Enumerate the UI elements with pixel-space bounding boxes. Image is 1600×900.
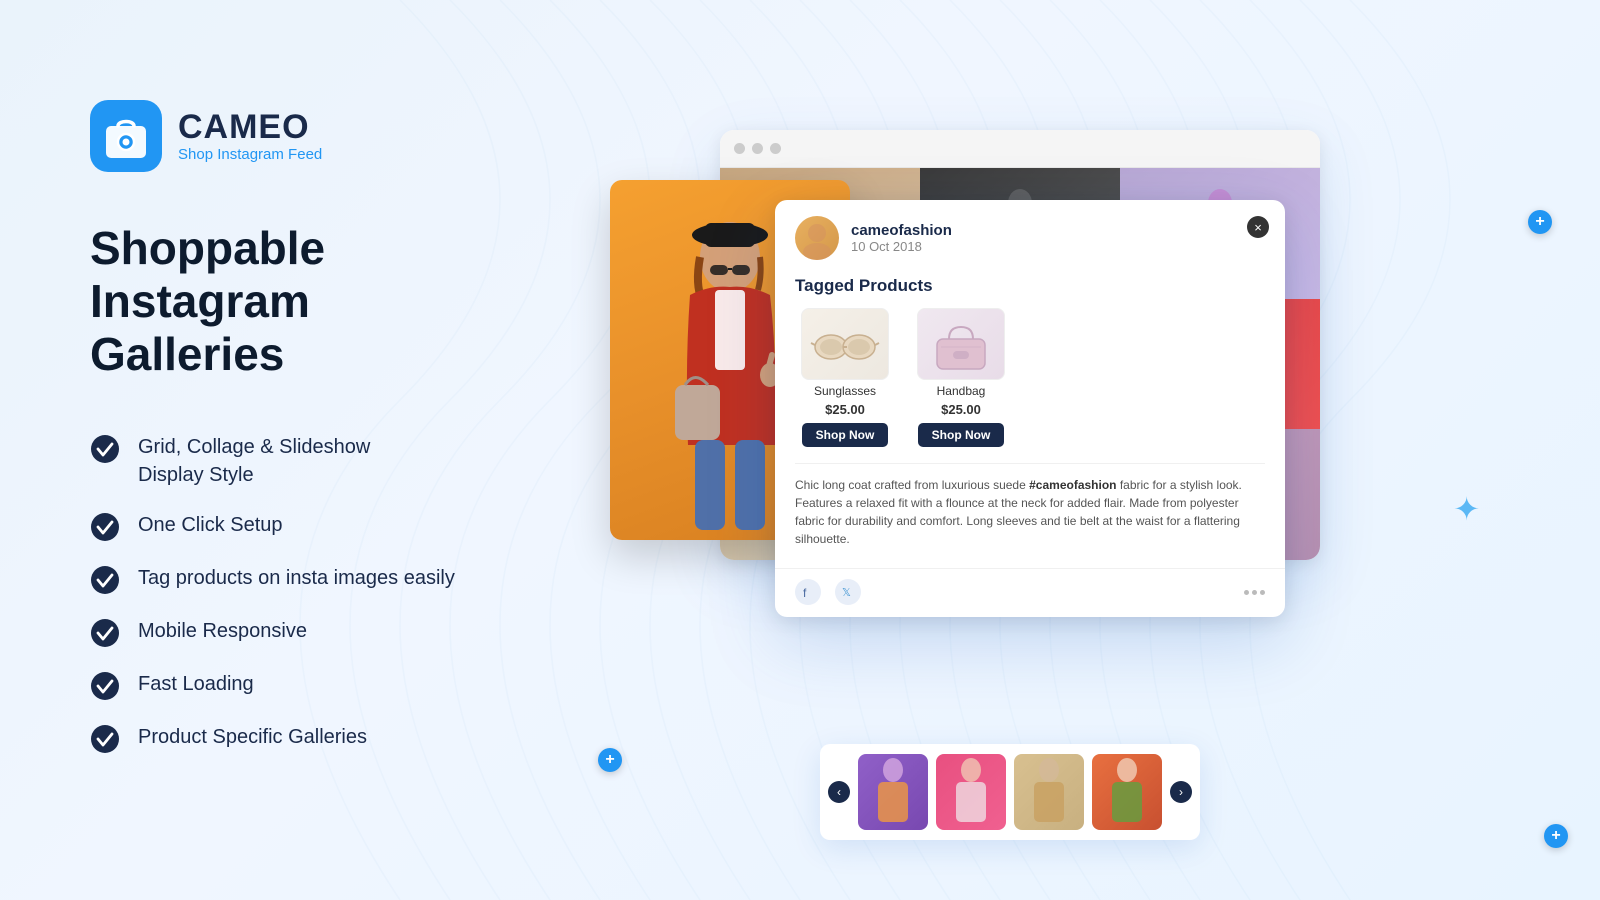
slide-image-3 <box>1014 754 1084 830</box>
checkmark-icon-5 <box>90 671 120 701</box>
slide-image-2 <box>936 754 1006 830</box>
feature-item-1: Grid, Collage & SlideshowDisplay Style <box>90 433 490 489</box>
slide-image-1 <box>858 754 928 830</box>
logo-icon <box>90 100 162 172</box>
feature-text-2: One Click Setup <box>138 511 283 539</box>
checkmark-icon-4 <box>90 618 120 648</box>
svg-text:f: f <box>803 586 807 599</box>
product-price-handbag: $25.00 <box>941 402 981 417</box>
product-image-handbag <box>917 308 1005 380</box>
svg-text:𝕏: 𝕏 <box>842 587 851 599</box>
shop-now-button-sunglasses[interactable]: Shop Now <box>802 423 889 447</box>
feature-item-6: Product Specific Galleries <box>90 723 490 754</box>
checkmark-icon-1 <box>90 434 120 464</box>
popup-username: cameofashion <box>851 222 952 239</box>
feature-list: Grid, Collage & SlideshowDisplay Style O… <box>90 433 490 754</box>
popup-description: Chic long coat crafted from luxurious su… <box>795 463 1265 552</box>
feature-item-3: Tag products on insta images easily <box>90 564 490 595</box>
popup-social-bar: f 𝕏 <box>775 568 1285 617</box>
checkmark-icon-6 <box>90 724 120 754</box>
feature-text-1: Grid, Collage & SlideshowDisplay Style <box>138 433 370 489</box>
tag-product-button-1[interactable]: + <box>1528 210 1552 234</box>
feature-item-5: Fast Loading <box>90 670 490 701</box>
popup-close-button[interactable]: × <box>1247 216 1269 238</box>
shop-now-button-handbag[interactable]: Shop Now <box>918 423 1005 447</box>
hero-headline: Shoppable Instagram Galleries <box>90 222 490 381</box>
slideshow-strip: ‹ › <box>820 744 1200 840</box>
feature-text-4: Mobile Responsive <box>138 617 307 645</box>
feature-text-3: Tag products on insta images easily <box>138 564 455 592</box>
product-price-sunglasses: $25.00 <box>825 402 865 417</box>
product-name-handbag: Handbag <box>937 384 986 398</box>
popup-date: 10 Oct 2018 <box>851 239 952 254</box>
product-name-sunglasses: Sunglasses <box>814 384 876 398</box>
logo-area: CAMEO Shop Instagram Feed <box>90 100 490 172</box>
twitter-icon[interactable]: 𝕏 <box>835 579 861 605</box>
tag-product-button-3[interactable]: + <box>1544 824 1568 848</box>
checkmark-icon-2 <box>90 512 120 542</box>
slideshow-next-button[interactable]: › <box>1170 781 1192 803</box>
feature-item-2: One Click Setup <box>90 511 490 542</box>
right-panel: + + + cameofashion 10 Oct 2018 × Tagged … <box>580 80 1580 860</box>
popup-avatar <box>795 216 839 260</box>
facebook-icon[interactable]: f <box>795 579 821 605</box>
browser-bar <box>720 130 1320 168</box>
checkmark-icon-3 <box>90 565 120 595</box>
feature-text-5: Fast Loading <box>138 670 254 698</box>
product-image-sunglasses <box>801 308 889 380</box>
product-card-handbag: Handbag $25.00 Shop Now <box>911 308 1011 447</box>
logo-text-group: CAMEO Shop Instagram Feed <box>178 110 322 163</box>
browser-dot-2 <box>752 143 763 154</box>
slide-image-4 <box>1092 754 1162 830</box>
product-card-sunglasses: Sunglasses $25.00 Shop Now <box>795 308 895 447</box>
dot-3 <box>1260 590 1265 595</box>
products-row: Sunglasses $25.00 Shop Now <box>795 308 1265 447</box>
logo-name: CAMEO <box>178 110 322 144</box>
left-panel: CAMEO Shop Instagram Feed Shoppable Inst… <box>0 0 550 900</box>
dot-1 <box>1244 590 1249 595</box>
popup-header: cameofashion 10 Oct 2018 × <box>775 200 1285 272</box>
tagged-products-title: Tagged Products <box>795 276 1265 296</box>
feature-item-4: Mobile Responsive <box>90 617 490 648</box>
dot-2 <box>1252 590 1257 595</box>
product-popup: cameofashion 10 Oct 2018 × Tagged Produc… <box>775 200 1285 617</box>
more-options-menu[interactable] <box>1244 590 1265 595</box>
tag-product-button-2[interactable]: + <box>598 748 622 772</box>
popup-user: cameofashion 10 Oct 2018 <box>851 222 952 254</box>
slideshow-prev-button[interactable]: ‹ <box>828 781 850 803</box>
logo-subtitle: Shop Instagram Feed <box>178 146 322 163</box>
browser-dot-3 <box>770 143 781 154</box>
feature-text-6: Product Specific Galleries <box>138 723 367 751</box>
browser-dot-1 <box>734 143 745 154</box>
popup-body: Tagged Products <box>775 272 1285 568</box>
